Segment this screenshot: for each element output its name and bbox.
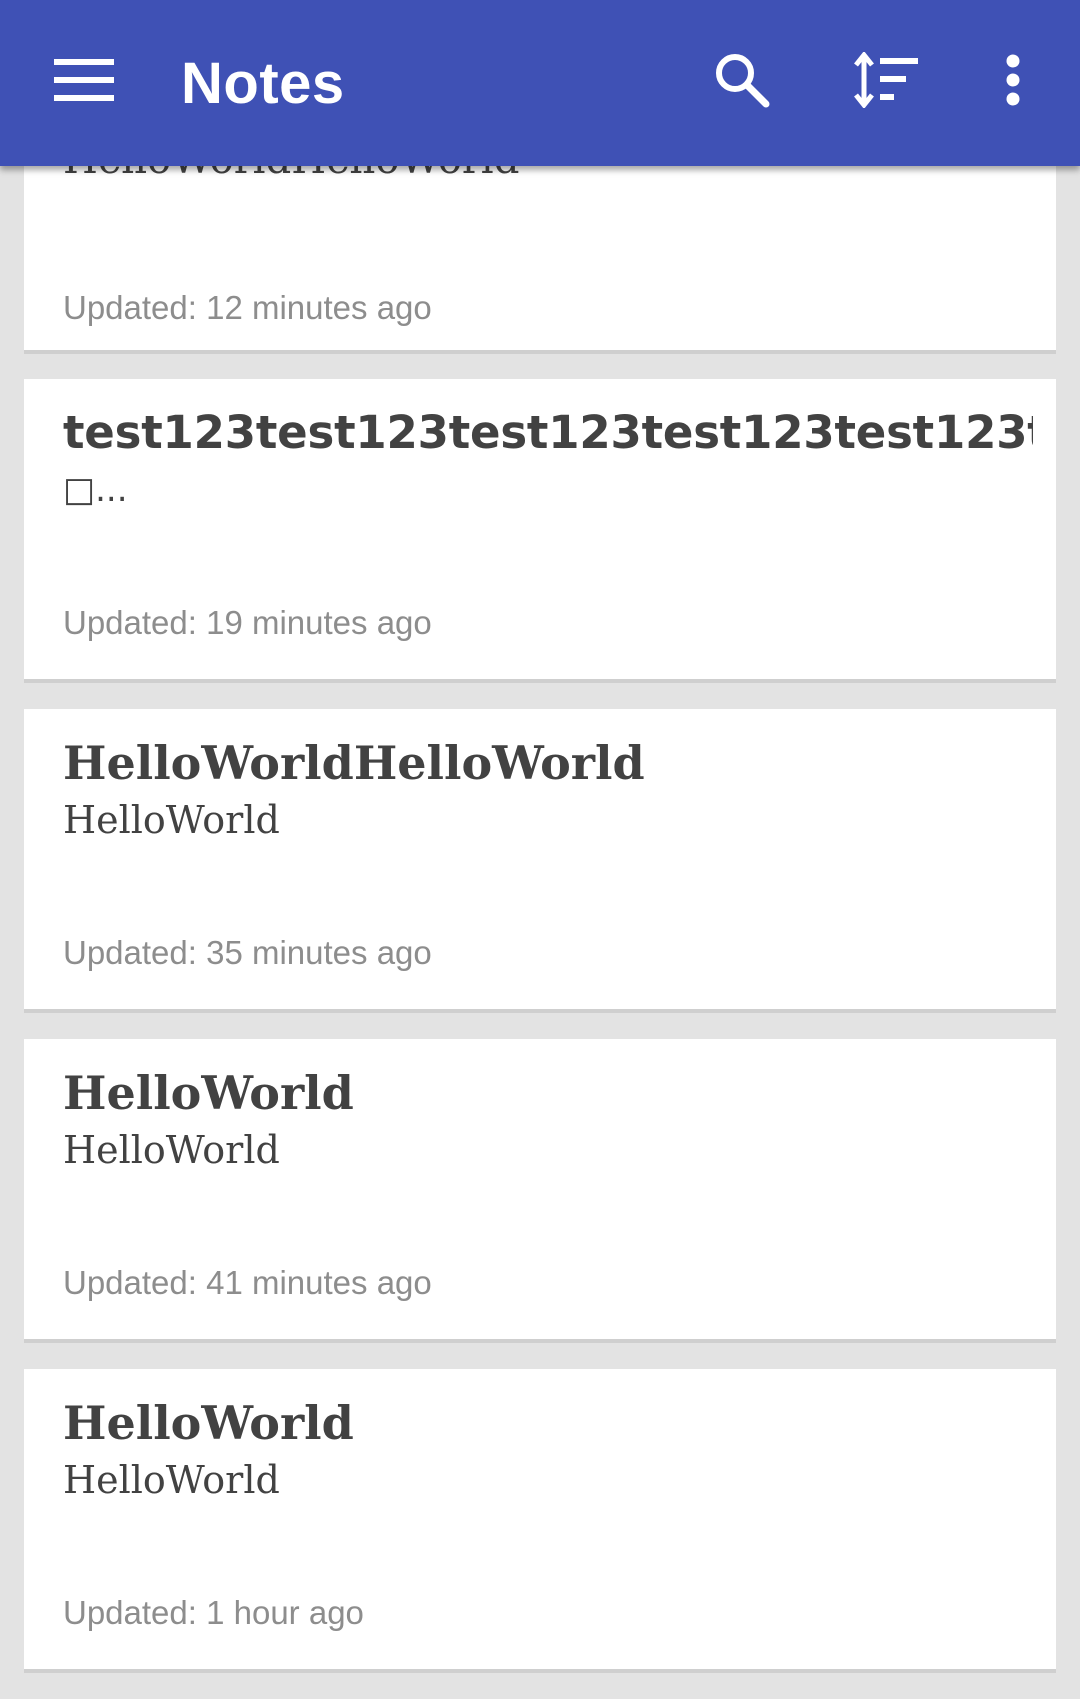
note-body: HelloWorld xyxy=(63,798,280,842)
sort-icon xyxy=(854,50,920,113)
sort-button[interactable] xyxy=(847,42,927,122)
note-title: test123test123test123test123test123test1… xyxy=(63,406,1033,459)
more-options-button[interactable] xyxy=(973,42,1053,122)
note-card[interactable]: HelloWorld HelloWorld Updated: 41 minute… xyxy=(24,1039,1056,1339)
note-title: HelloWorld xyxy=(63,1066,354,1120)
note-updated-time: Updated: 35 minutes ago xyxy=(63,934,432,971)
note-updated-time: Updated: 12 minutes ago xyxy=(63,289,432,326)
note-card[interactable]: test123test123test123test123test123test1… xyxy=(24,379,1056,679)
note-title: HelloWorldHelloWorld xyxy=(63,736,645,790)
note-body: □... xyxy=(63,470,128,510)
menu-button[interactable] xyxy=(44,42,124,122)
search-icon xyxy=(712,50,772,115)
app-title: Notes xyxy=(181,51,345,116)
app-bar: Notes xyxy=(0,0,1080,166)
more-vert-icon xyxy=(1005,54,1021,111)
note-card[interactable]: HelloWorldHelloWorld HelloWorld Updated:… xyxy=(24,709,1056,1009)
note-title: HelloWorld xyxy=(63,1396,354,1450)
note-updated-time: Updated: 41 minutes ago xyxy=(63,1264,432,1301)
note-updated-time: Updated: 19 minutes ago xyxy=(63,604,432,641)
note-body: HelloWorld xyxy=(63,1128,280,1172)
notes-list[interactable]: HelloWorldHelloWorld Updated: 12 minutes… xyxy=(0,0,1080,1699)
note-body: HelloWorld xyxy=(63,1458,280,1502)
note-updated-time: Updated: 1 hour ago xyxy=(63,1594,364,1631)
note-card[interactable]: HelloWorld HelloWorld Updated: 1 hour ag… xyxy=(24,1369,1056,1669)
menu-icon xyxy=(54,58,114,106)
search-button[interactable] xyxy=(702,42,782,122)
